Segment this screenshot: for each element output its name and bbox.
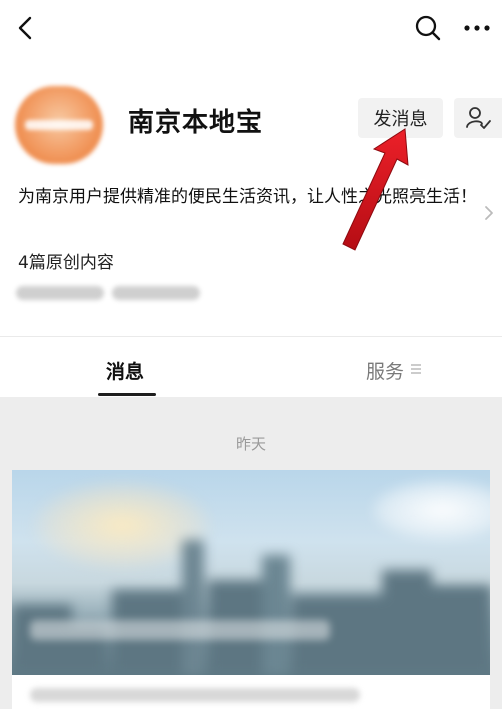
date-label: 昨天 [235,435,266,453]
article-title-blurred [30,688,360,702]
menu-icon[interactable] [410,362,422,376]
tab-bar: 消息 服务 [0,337,502,397]
chevron-right-icon[interactable] [483,204,495,222]
top-bar [0,0,502,60]
chevron-left-icon[interactable] [12,12,40,44]
avatar[interactable] [15,86,103,164]
article-cover-image[interactable] [12,470,490,675]
article-card[interactable] [12,470,490,709]
blurred-stats [16,286,200,304]
search-icon[interactable] [414,14,442,42]
tab-services[interactable]: 服务 [366,357,404,384]
account-description[interactable]: 为南京用户提供精准的便民生活资讯，让人性之光照亮生活！ [18,184,480,210]
original-content-count[interactable]: 4篇原创内容 [18,248,114,273]
tab-messages[interactable]: 消息 [106,357,144,384]
follow-button[interactable] [454,98,502,138]
more-icon[interactable] [462,18,492,38]
active-tab-indicator [98,393,156,396]
message-feed: 昨天 [0,397,502,709]
send-message-button[interactable]: 发消息 [358,98,443,138]
user-check-icon [466,107,491,129]
account-name: 南京本地宝 [128,108,264,138]
